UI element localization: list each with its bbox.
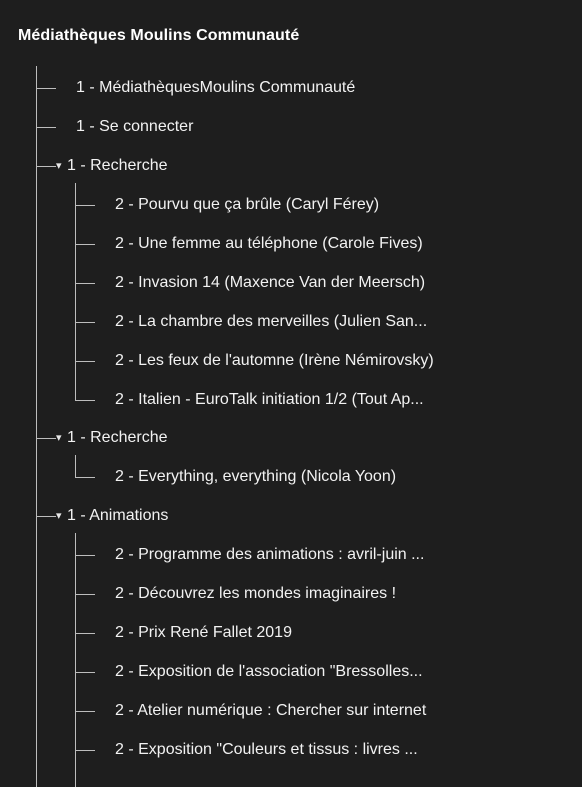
tree-child-line xyxy=(75,455,76,477)
tree-branch-line xyxy=(75,244,95,245)
tree-item-mediatheques[interactable]: 1 - MédiathèquesMoulins Communauté xyxy=(76,78,576,98)
tree-branch-line xyxy=(75,750,95,751)
tree-branch-line xyxy=(75,400,95,401)
tree-branch-line xyxy=(75,594,95,595)
tree-branch-line xyxy=(75,283,95,284)
tree-item-child[interactable]: 2 - Everything, everything (Nicola Yoon) xyxy=(115,467,582,487)
tree-item-animations[interactable]: 1 - Animations xyxy=(67,506,567,526)
tree-branch-line xyxy=(75,711,95,712)
tree-item-child[interactable]: 2 - Exposition de l'association "Bressol… xyxy=(115,662,582,682)
expand-toggle-icon[interactable]: ▾ xyxy=(56,160,62,172)
tree-branch-line xyxy=(36,438,56,439)
outline-tree: 1 - MédiathèquesMoulins Communauté 1 - S… xyxy=(0,0,582,787)
tree-branch-line xyxy=(36,88,56,89)
tree-branch-line xyxy=(75,205,95,206)
tree-branch-line xyxy=(36,166,56,167)
tree-branch-line xyxy=(75,672,95,673)
tree-branch-line xyxy=(75,477,95,478)
tree-branch-line xyxy=(36,516,56,517)
tree-branch-line xyxy=(75,555,95,556)
tree-item-child[interactable]: 2 - Italien - EuroTalk initiation 1/2 (T… xyxy=(115,390,582,410)
tree-item-child[interactable]: 2 - Prix René Fallet 2019 xyxy=(115,623,582,643)
tree-item-child[interactable]: 2 - Exposition "Couleurs et tissus : liv… xyxy=(115,740,582,760)
tree-branch-line xyxy=(75,361,95,362)
tree-item-recherche-1[interactable]: 1 - Recherche xyxy=(67,156,567,176)
tree-branch-line xyxy=(75,322,95,323)
tree-item-recherche-2[interactable]: 1 - Recherche xyxy=(67,428,567,448)
tree-branch-line xyxy=(75,633,95,634)
tree-child-line xyxy=(75,183,76,376)
tree-item-child[interactable]: 2 - Découvrez les mondes imaginaires ! xyxy=(115,584,582,604)
expand-toggle-icon[interactable]: ▾ xyxy=(56,432,62,444)
tree-item-child[interactable]: 2 - Atelier numérique : Chercher sur int… xyxy=(115,701,582,721)
tree-item-child[interactable]: 2 - La chambre des merveilles (Julien Sa… xyxy=(115,312,582,332)
tree-item-se-connecter[interactable]: 1 - Se connecter xyxy=(76,117,576,137)
tree-item-child[interactable]: 2 - Pourvu que ça brûle (Caryl Férey) xyxy=(115,195,582,215)
expand-toggle-icon[interactable]: ▾ xyxy=(56,510,62,522)
tree-branch-line xyxy=(36,127,56,128)
tree-item-child[interactable]: 2 - Les feux de l'automne (Irène Némirov… xyxy=(115,351,582,371)
tree-item-child[interactable]: 2 - Programme des animations : avril-jui… xyxy=(115,545,582,565)
tree-trunk-line xyxy=(36,66,37,787)
tree-item-child[interactable]: 2 - Invasion 14 (Maxence Van der Meersch… xyxy=(115,273,582,293)
tree-child-line xyxy=(75,533,76,787)
tree-item-child[interactable]: 2 - Une femme au téléphone (Carole Fives… xyxy=(115,234,582,254)
tree-child-line xyxy=(75,376,76,400)
